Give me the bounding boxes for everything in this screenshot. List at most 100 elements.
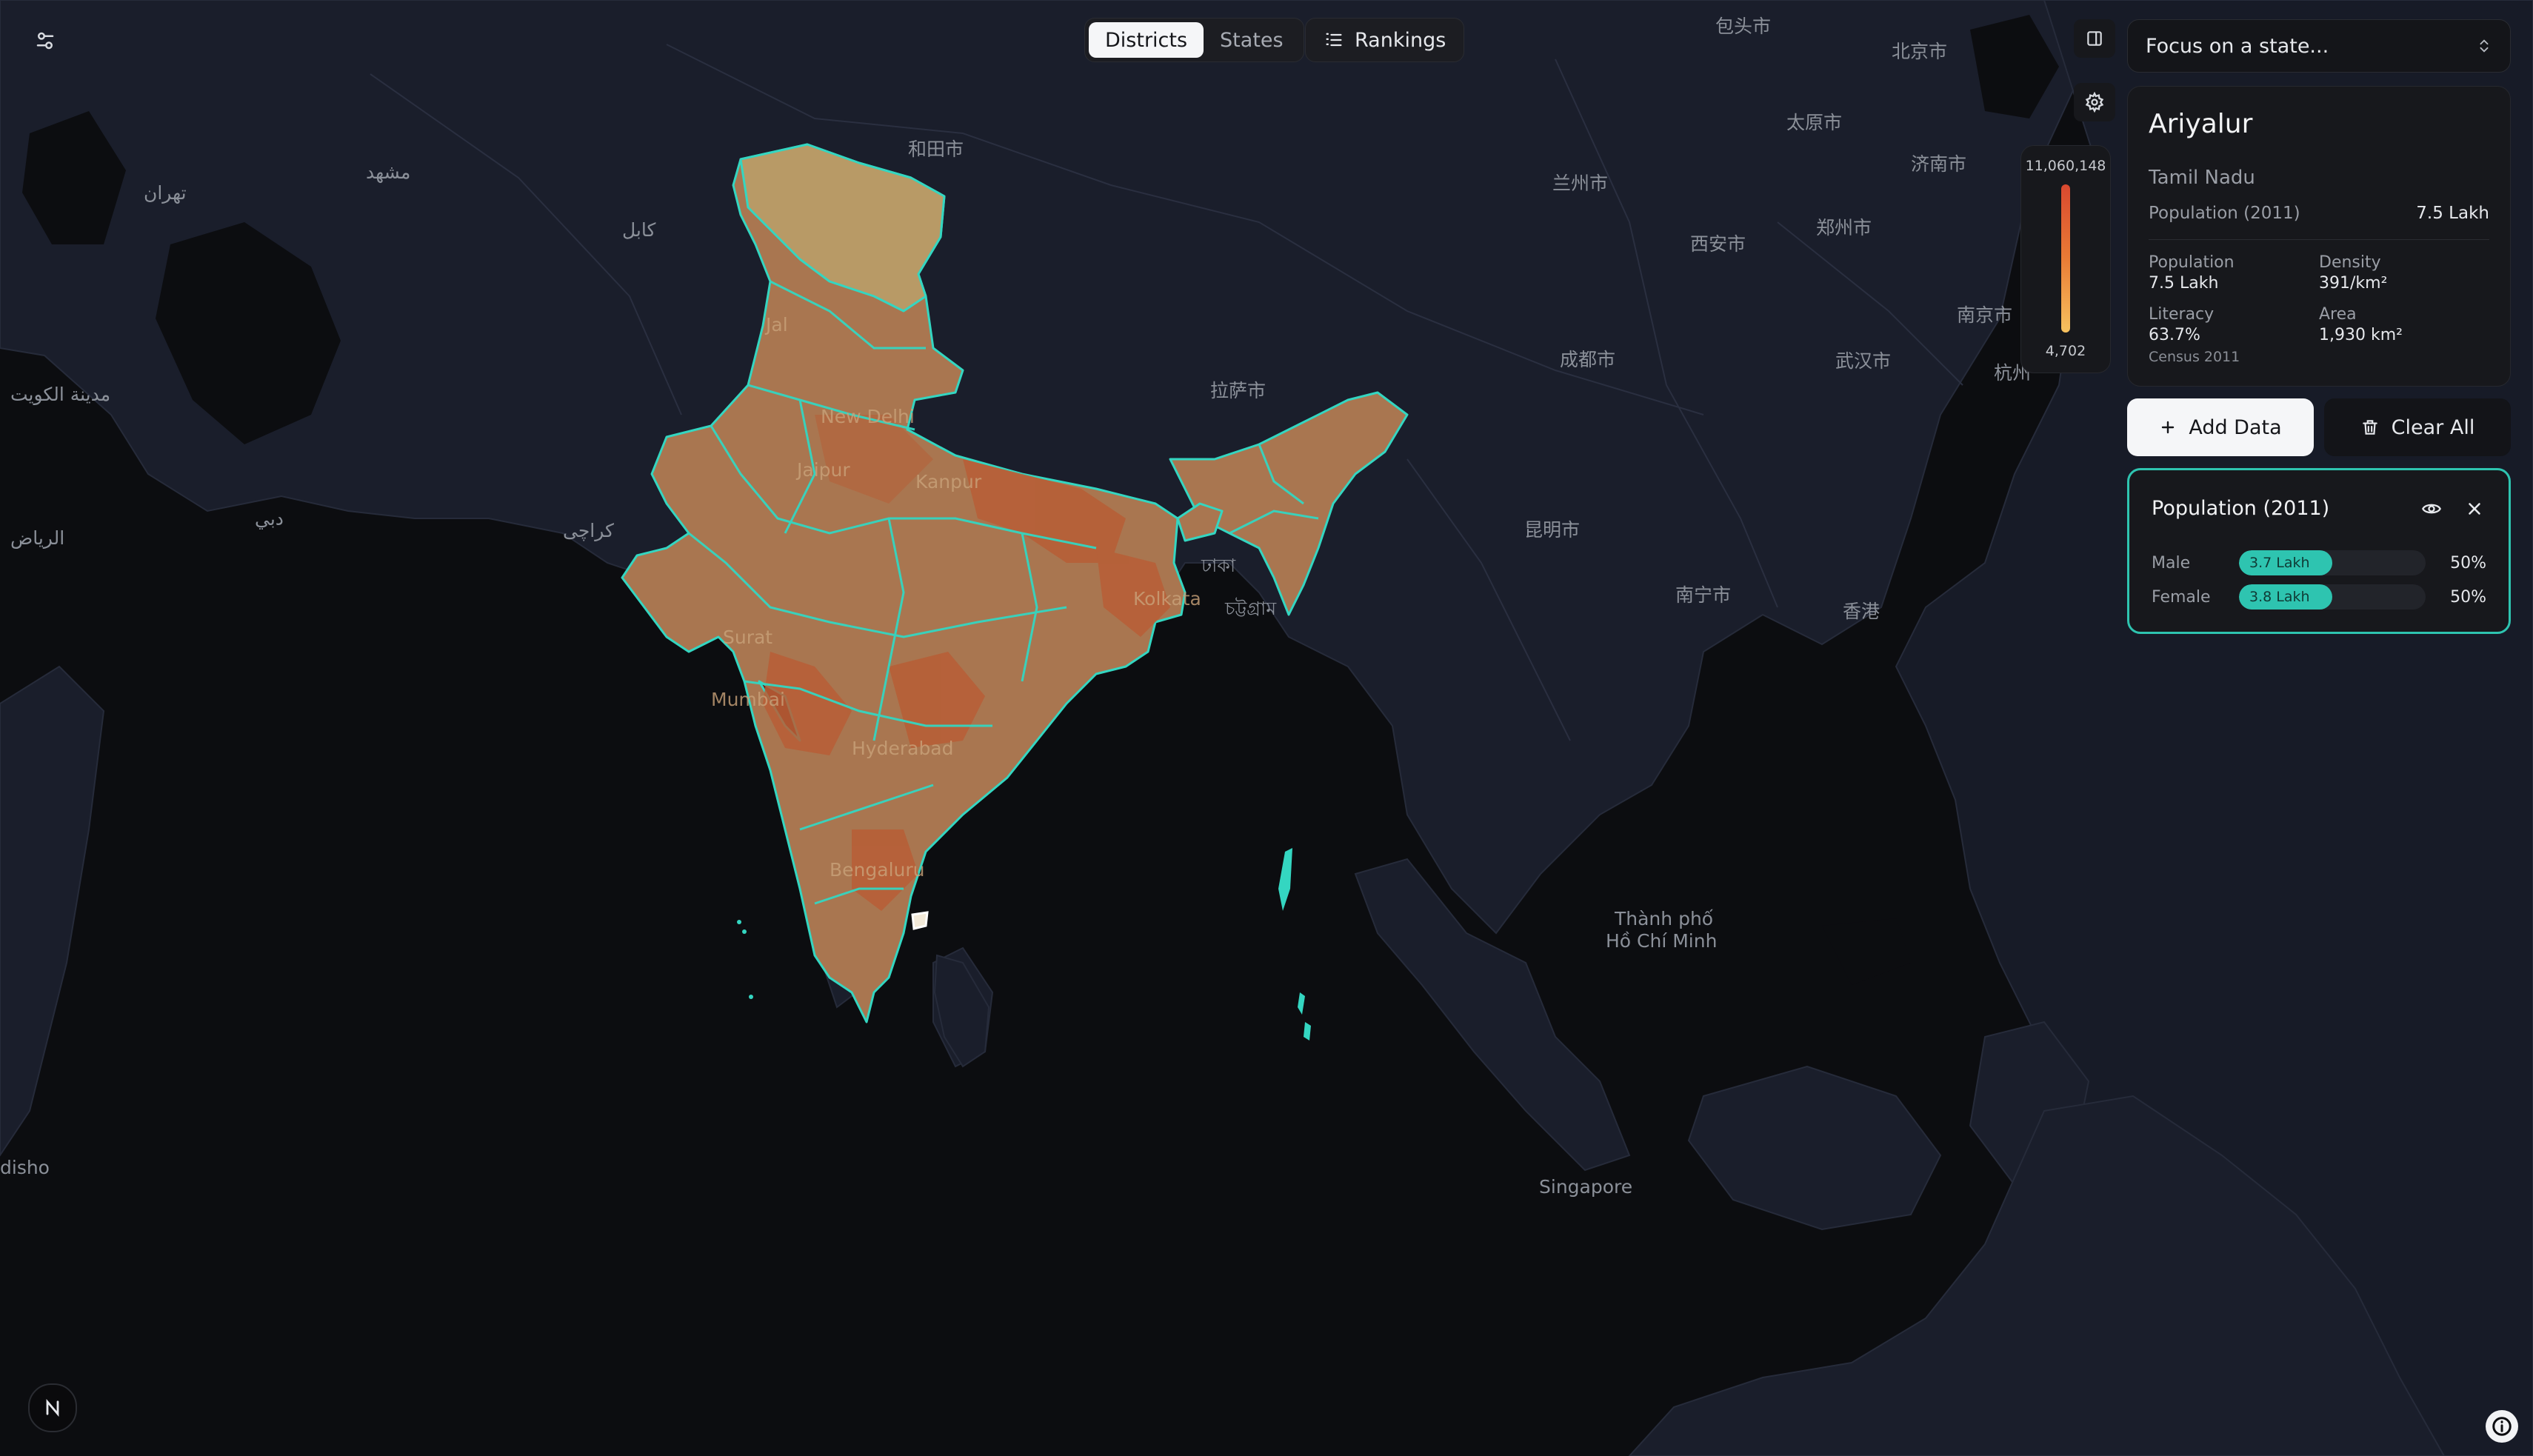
layers-toggle-button[interactable]: [21, 22, 70, 59]
chevron-up-down-icon: [2480, 39, 2489, 53]
map-label: 兰州市: [1552, 173, 1609, 194]
row-percent: 50%: [2450, 587, 2486, 607]
map-label: disho: [0, 1157, 50, 1178]
map-label: Jal: [766, 314, 788, 335]
stat-value: 63.7%: [2149, 326, 2200, 344]
map-label: 香港: [1843, 601, 1880, 622]
tab-districts[interactable]: Districts: [1089, 22, 1204, 58]
map-label: 北京市: [1892, 41, 1948, 62]
rankings-label: Rankings: [1355, 28, 1446, 52]
map-label: 南宁市: [1675, 584, 1732, 606]
map-label: Kolkata: [1133, 588, 1201, 610]
population-row: Population (2011) 7.5 Lakh: [2149, 204, 2489, 223]
panel-toggle-button[interactable]: [2074, 19, 2115, 58]
stat-label: Density: [2319, 253, 2381, 272]
eye-icon: [2422, 504, 2441, 514]
remove-layer-button[interactable]: [2460, 494, 2489, 524]
stat-value: 391/km²: [2319, 274, 2388, 293]
map-label: চট্টগ্রাম: [1225, 598, 1277, 619]
map-label: Hồ Chí Minh: [1606, 930, 1718, 952]
map-label: ঢাকা: [1201, 555, 1236, 576]
map-label: دبي: [255, 508, 284, 530]
row-label: Male: [2152, 553, 2191, 572]
layer-title: Population (2011): [2152, 497, 2330, 520]
divider: [2149, 239, 2489, 240]
map-label: 郑州市: [1816, 217, 1872, 238]
rankings-button[interactable]: Rankings: [1305, 18, 1465, 62]
stat-value: 1,930 km²: [2319, 326, 2403, 344]
add-data-label: Add Data: [2189, 415, 2282, 439]
gear-icon: [2085, 92, 2104, 113]
value-bar-fill: 3.7 Lakh: [2239, 550, 2332, 575]
population-label: Population (2011): [2149, 204, 2300, 223]
row-percent: 50%: [2450, 553, 2486, 572]
district-info-card: Ariyalur Tamil Nadu Population (2011) 7.…: [2127, 86, 2511, 387]
map-label: Surat: [723, 627, 773, 648]
state-focus-select[interactable]: Focus on a state...: [2127, 19, 2511, 73]
state-focus-placeholder: Focus on a state...: [2146, 34, 2329, 58]
trash-icon: [2362, 420, 2377, 435]
layer-row-female: Female 3.8 Lakh 50%: [2152, 584, 2486, 610]
map-label: 济南市: [1911, 153, 1967, 175]
stat-density: Density 391/km²: [2319, 253, 2489, 294]
stat-literacy: Literacy 63.7%: [2149, 304, 2319, 346]
stat-value: 7.5 Lakh: [2149, 274, 2219, 293]
map-label: Kanpur: [915, 471, 982, 492]
map-label: 西安市: [1690, 233, 1746, 255]
add-data-button[interactable]: Add Data: [2127, 398, 2314, 456]
color-legend: 11,060,148 4,702: [2020, 145, 2111, 373]
value-bar-fill: 3.8 Lakh: [2239, 584, 2332, 610]
view-toggle: Districts States: [1084, 18, 1304, 62]
legend-max: 11,060,148: [2025, 158, 2106, 174]
legend-gradient: [2061, 184, 2070, 333]
map-label: 太原市: [1786, 112, 1843, 133]
stat-label: Population: [2149, 253, 2235, 272]
map-label: Thành phố: [1615, 908, 1714, 929]
panel-right-icon: [2087, 31, 2102, 46]
sliders-icon: [36, 32, 54, 50]
map-label: Bengaluru: [830, 859, 925, 881]
map-label: 拉萨市: [1210, 380, 1266, 401]
data-source: Census 2011: [2149, 349, 2240, 365]
map-label: 南京市: [1957, 304, 2013, 326]
toggle-visibility-button[interactable]: [2417, 494, 2446, 524]
info-icon: [2492, 1417, 2512, 1436]
n-logo-icon: [46, 1399, 59, 1417]
data-layer-card: Population (2011) Male 3.7 Lakh 50% Fema…: [2127, 468, 2511, 634]
layer-row-male: Male 3.7 Lakh 50%: [2152, 550, 2486, 575]
map-label: Hyderabad: [852, 738, 954, 759]
stat-area: Area 1,930 km²: [2319, 304, 2489, 346]
map-label: مدينة الكويت: [10, 384, 111, 405]
list-ordered-icon: [1326, 33, 1342, 47]
map-label: کراچی: [563, 520, 614, 541]
app-logo[interactable]: [28, 1383, 77, 1432]
settings-button[interactable]: [2074, 83, 2115, 121]
map-label: 成都市: [1560, 349, 1616, 370]
clear-all-button[interactable]: Clear All: [2324, 398, 2511, 456]
map-label: 昆明市: [1524, 519, 1581, 541]
map-label: Jaipur: [797, 459, 850, 481]
map-label: New Delhi: [821, 406, 915, 427]
plus-icon: [2162, 421, 2175, 434]
legend-min: 4,702: [2045, 343, 2086, 359]
tab-states[interactable]: States: [1204, 22, 1300, 58]
value-bar: 3.7 Lakh: [2239, 550, 2426, 575]
attribution-button[interactable]: [2486, 1410, 2518, 1443]
population-value: 7.5 Lakh: [2416, 204, 2489, 223]
stat-label: Area: [2319, 305, 2357, 324]
map-label: Mumbai: [711, 689, 785, 710]
stat-population: Population 7.5 Lakh: [2149, 253, 2319, 294]
map-label: 武汉市: [1835, 350, 1892, 372]
close-icon: [2469, 503, 2480, 515]
row-label: Female: [2152, 587, 2211, 607]
map-label: 和田市: [908, 138, 964, 160]
map-label: الرياض: [10, 527, 65, 549]
map-label: تهران: [144, 182, 187, 204]
map-label: 包头市: [1715, 16, 1772, 37]
district-state: Tamil Nadu: [2149, 167, 2255, 189]
stats-grid: Population 7.5 Lakh Density 391/km² Lite…: [2149, 253, 2489, 346]
value-bar: 3.8 Lakh: [2239, 584, 2426, 610]
clear-all-label: Clear All: [2391, 415, 2475, 439]
map-label: Singapore: [1539, 1176, 1633, 1198]
stat-label: Literacy: [2149, 305, 2215, 324]
